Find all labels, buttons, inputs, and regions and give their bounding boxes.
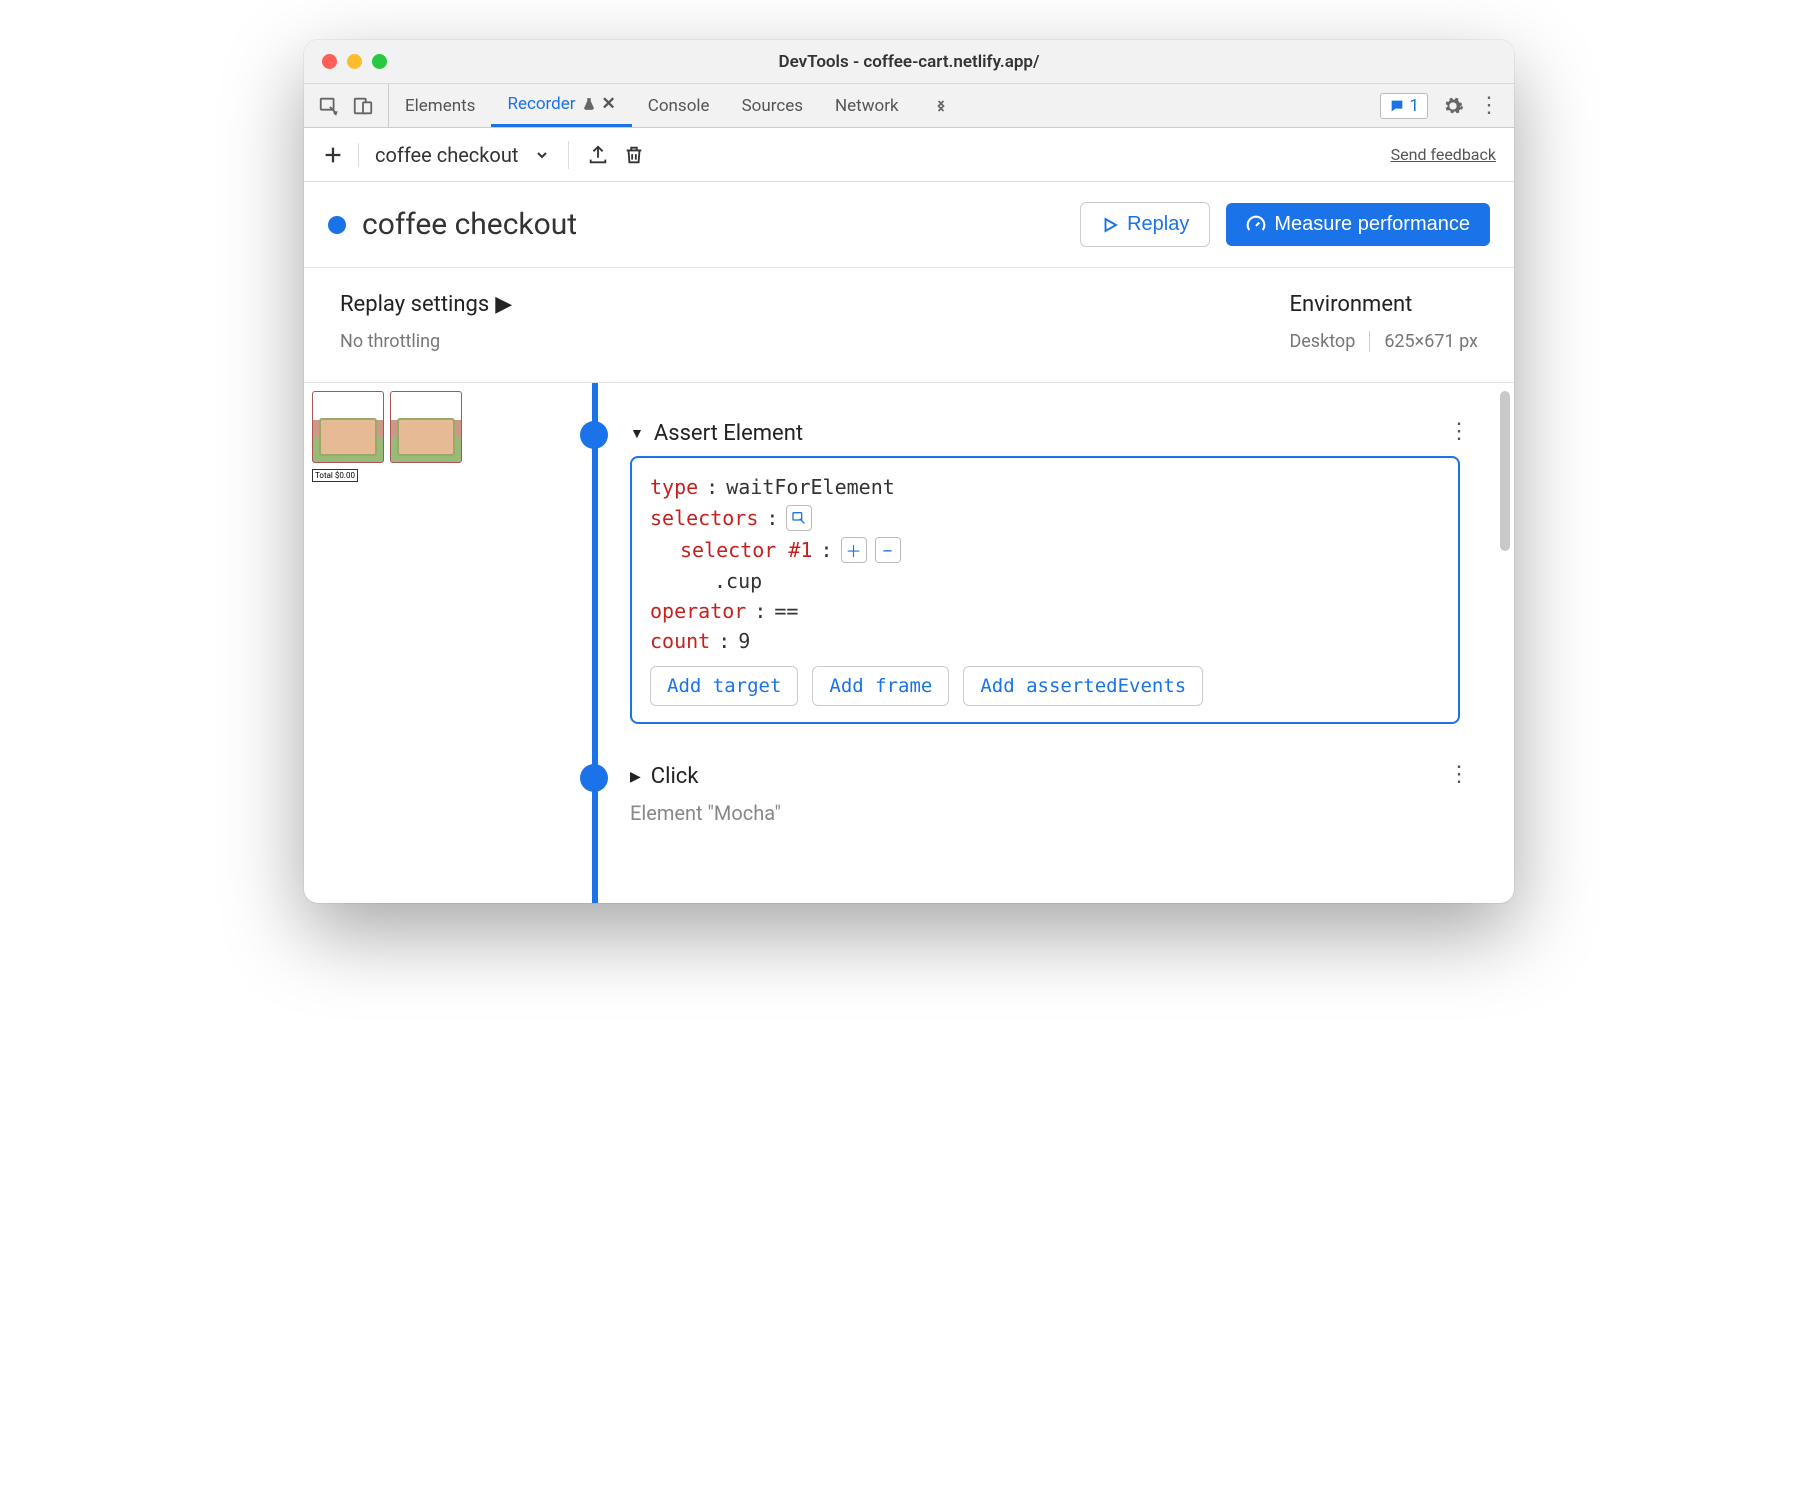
- device-toggle-icon[interactable]: [352, 95, 374, 117]
- recording-select-value: coffee checkout: [375, 143, 518, 167]
- timeline: ▼ Assert Element ⋮ type: waitForElement …: [480, 383, 1514, 903]
- step-click: ▶ Click Element "Mocha" ⋮: [480, 754, 1500, 825]
- add-target-button[interactable]: Add target: [650, 666, 798, 706]
- step-subtitle: Element "Mocha": [630, 801, 1460, 825]
- replay-button-label: Replay: [1127, 213, 1189, 236]
- scrollbar-thumb[interactable]: [1500, 391, 1510, 551]
- step-title: Click: [651, 764, 699, 789]
- timeline-node: [580, 421, 608, 449]
- tab-network[interactable]: Network: [819, 84, 915, 127]
- step-kebab-menu[interactable]: ⋮: [1448, 762, 1470, 787]
- devtools-tabbar: Elements Recorder ✕ Console Sources Netw…: [304, 84, 1514, 128]
- replay-button[interactable]: Replay: [1080, 202, 1210, 247]
- recorder-body: Total $0.00 ▼ Assert Element ⋮ type: wai…: [304, 383, 1514, 903]
- tab-console[interactable]: Console: [632, 84, 726, 127]
- divider: [568, 141, 569, 169]
- flask-icon: [582, 97, 596, 111]
- field-key-type: type: [650, 475, 698, 499]
- caret-right-icon: ▶: [630, 769, 641, 785]
- tab-overflow[interactable]: [915, 84, 967, 127]
- send-feedback-link[interactable]: Send feedback: [1391, 145, 1496, 164]
- messages-badge[interactable]: 1: [1380, 93, 1428, 119]
- add-selector-icon[interactable]: ＋: [841, 537, 867, 563]
- window-title: DevTools - coffee-cart.netlify.app/: [304, 52, 1514, 72]
- replay-settings-label: Replay settings: [340, 292, 489, 317]
- tab-elements[interactable]: Elements: [389, 84, 491, 127]
- delete-icon[interactable]: [623, 144, 645, 166]
- recording-header: coffee checkout Replay Measure performan…: [304, 182, 1514, 268]
- field-key-selectors: selectors: [650, 506, 758, 530]
- step-kebab-menu[interactable]: ⋮: [1448, 419, 1470, 444]
- timeline-node: [580, 764, 608, 792]
- step-assert-element: ▼ Assert Element ⋮ type: waitForElement …: [480, 411, 1500, 724]
- environment-dimensions: 625×671 px: [1369, 331, 1478, 352]
- remove-selector-icon[interactable]: −: [875, 537, 901, 563]
- field-val-selector1[interactable]: .cup: [714, 569, 762, 593]
- recorder-toolbar: coffee checkout Send feedback: [304, 128, 1514, 182]
- field-key-selector1: selector #1: [680, 538, 812, 562]
- step-details-card: type: waitForElement selectors: selector…: [630, 456, 1460, 724]
- add-asserted-events-button[interactable]: Add assertedEvents: [963, 666, 1203, 706]
- recording-status-dot: [328, 216, 346, 234]
- measure-performance-button[interactable]: Measure performance: [1226, 203, 1490, 246]
- replay-settings-toggle[interactable]: Replay settings ▶: [340, 292, 512, 317]
- caret-down-icon: ▼: [630, 425, 644, 442]
- field-val-type[interactable]: waitForElement: [726, 475, 895, 499]
- messages-count: 1: [1409, 96, 1419, 116]
- recording-title: coffee checkout: [362, 207, 1064, 242]
- environment-heading: Environment: [1289, 292, 1478, 317]
- field-val-count[interactable]: 9: [738, 629, 750, 653]
- pick-selector-icon[interactable]: [786, 505, 812, 531]
- chevron-right-icon: ▶: [495, 292, 512, 317]
- step-header[interactable]: ▼ Assert Element: [630, 411, 1460, 456]
- chevron-down-icon: [534, 147, 550, 163]
- settings-row: Replay settings ▶ No throttling Environm…: [304, 268, 1514, 383]
- devtools-window: DevTools - coffee-cart.netlify.app/ Elem…: [304, 40, 1514, 903]
- field-val-operator[interactable]: ==: [774, 599, 798, 623]
- screenshot-thumb[interactable]: [390, 391, 462, 463]
- tab-sources[interactable]: Sources: [726, 84, 819, 127]
- titlebar: DevTools - coffee-cart.netlify.app/: [304, 40, 1514, 84]
- step-title: Assert Element: [654, 421, 803, 446]
- field-key-count: count: [650, 629, 710, 653]
- tab-recorder[interactable]: Recorder ✕: [491, 84, 631, 127]
- add-frame-button[interactable]: Add frame: [812, 666, 949, 706]
- tab-recorder-label: Recorder: [507, 94, 575, 114]
- recording-select[interactable]: coffee checkout: [358, 143, 550, 167]
- gear-icon[interactable]: [1442, 95, 1464, 117]
- measure-performance-label: Measure performance: [1274, 213, 1470, 236]
- close-tab-icon[interactable]: ✕: [602, 94, 616, 114]
- inspect-icon[interactable]: [318, 95, 340, 117]
- throttling-value: No throttling: [340, 331, 512, 352]
- screenshot-thumbnails: Total $0.00: [304, 383, 480, 903]
- screenshot-thumb[interactable]: [312, 391, 384, 463]
- thumb-total-badge: Total $0.00: [312, 469, 358, 482]
- step-header[interactable]: ▶ Click: [630, 754, 1460, 799]
- new-recording-icon[interactable]: [322, 144, 344, 166]
- kebab-menu-icon[interactable]: ⋮: [1478, 93, 1500, 118]
- field-key-operator: operator: [650, 599, 746, 623]
- environment-device: Desktop: [1289, 331, 1355, 352]
- export-icon[interactable]: [587, 144, 609, 166]
